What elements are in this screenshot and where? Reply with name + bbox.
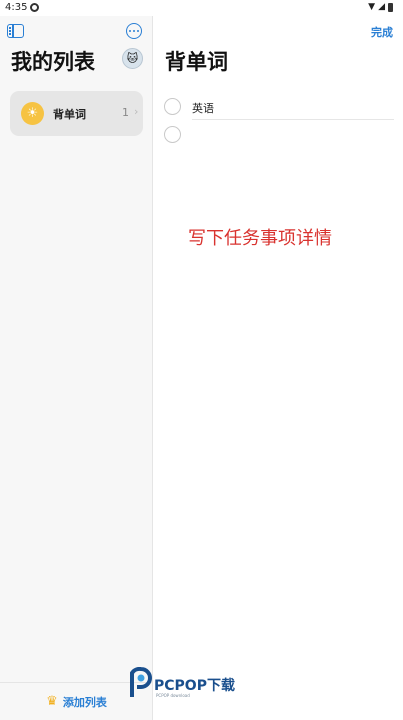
- avatar[interactable]: 🐱: [122, 48, 143, 69]
- list-detail: 完成 背单词 英语 写下任务事项详情: [154, 16, 403, 720]
- sidebar-toggle-icon[interactable]: [7, 24, 24, 38]
- chevron-right-icon: ›: [134, 105, 139, 118]
- lists-sidebar: 我的列表 🐱 ☀ 背单词 1 › ♛ 添加列表: [0, 16, 153, 720]
- watermark-sub: PCPOP download: [156, 693, 190, 698]
- list-item[interactable]: ☀ 背单词 1 ›: [10, 91, 143, 136]
- list-title: 背单词: [165, 50, 228, 74]
- notification-icon: [30, 3, 39, 12]
- task-checkbox[interactable]: [164, 98, 181, 115]
- watermark-brand: PCPOP下载: [154, 678, 235, 694]
- list-item-name: 背单词: [53, 108, 86, 121]
- status-bar: 4:35 ▼ ◢: [0, 0, 403, 16]
- add-list-label: 添加列表: [62, 695, 107, 709]
- page-title: 我的列表: [11, 50, 95, 74]
- done-button[interactable]: 完成: [371, 24, 393, 40]
- task-row-new[interactable]: [164, 124, 394, 146]
- sun-icon: ☀: [21, 102, 44, 125]
- signal-icon: ◢: [378, 2, 385, 12]
- wifi-icon: ▼: [368, 2, 376, 12]
- watermark: PCPOP下载 PCPOP download: [128, 667, 246, 701]
- list-item-count: 1: [122, 106, 129, 119]
- status-time: 4:35: [5, 2, 28, 13]
- task-row[interactable]: 英语: [164, 96, 394, 120]
- battery-icon: [388, 2, 393, 12]
- crown-icon: ♛: [46, 694, 58, 709]
- system-icons: ▼ ◢: [368, 2, 393, 12]
- pcpop-logo-icon: [130, 667, 152, 697]
- task-checkbox[interactable]: [164, 126, 181, 143]
- task-text[interactable]: 英语: [192, 100, 214, 116]
- task-divider: [192, 119, 394, 120]
- annotation-text: 写下任务事项详情: [188, 228, 332, 249]
- more-options-icon[interactable]: [126, 23, 142, 39]
